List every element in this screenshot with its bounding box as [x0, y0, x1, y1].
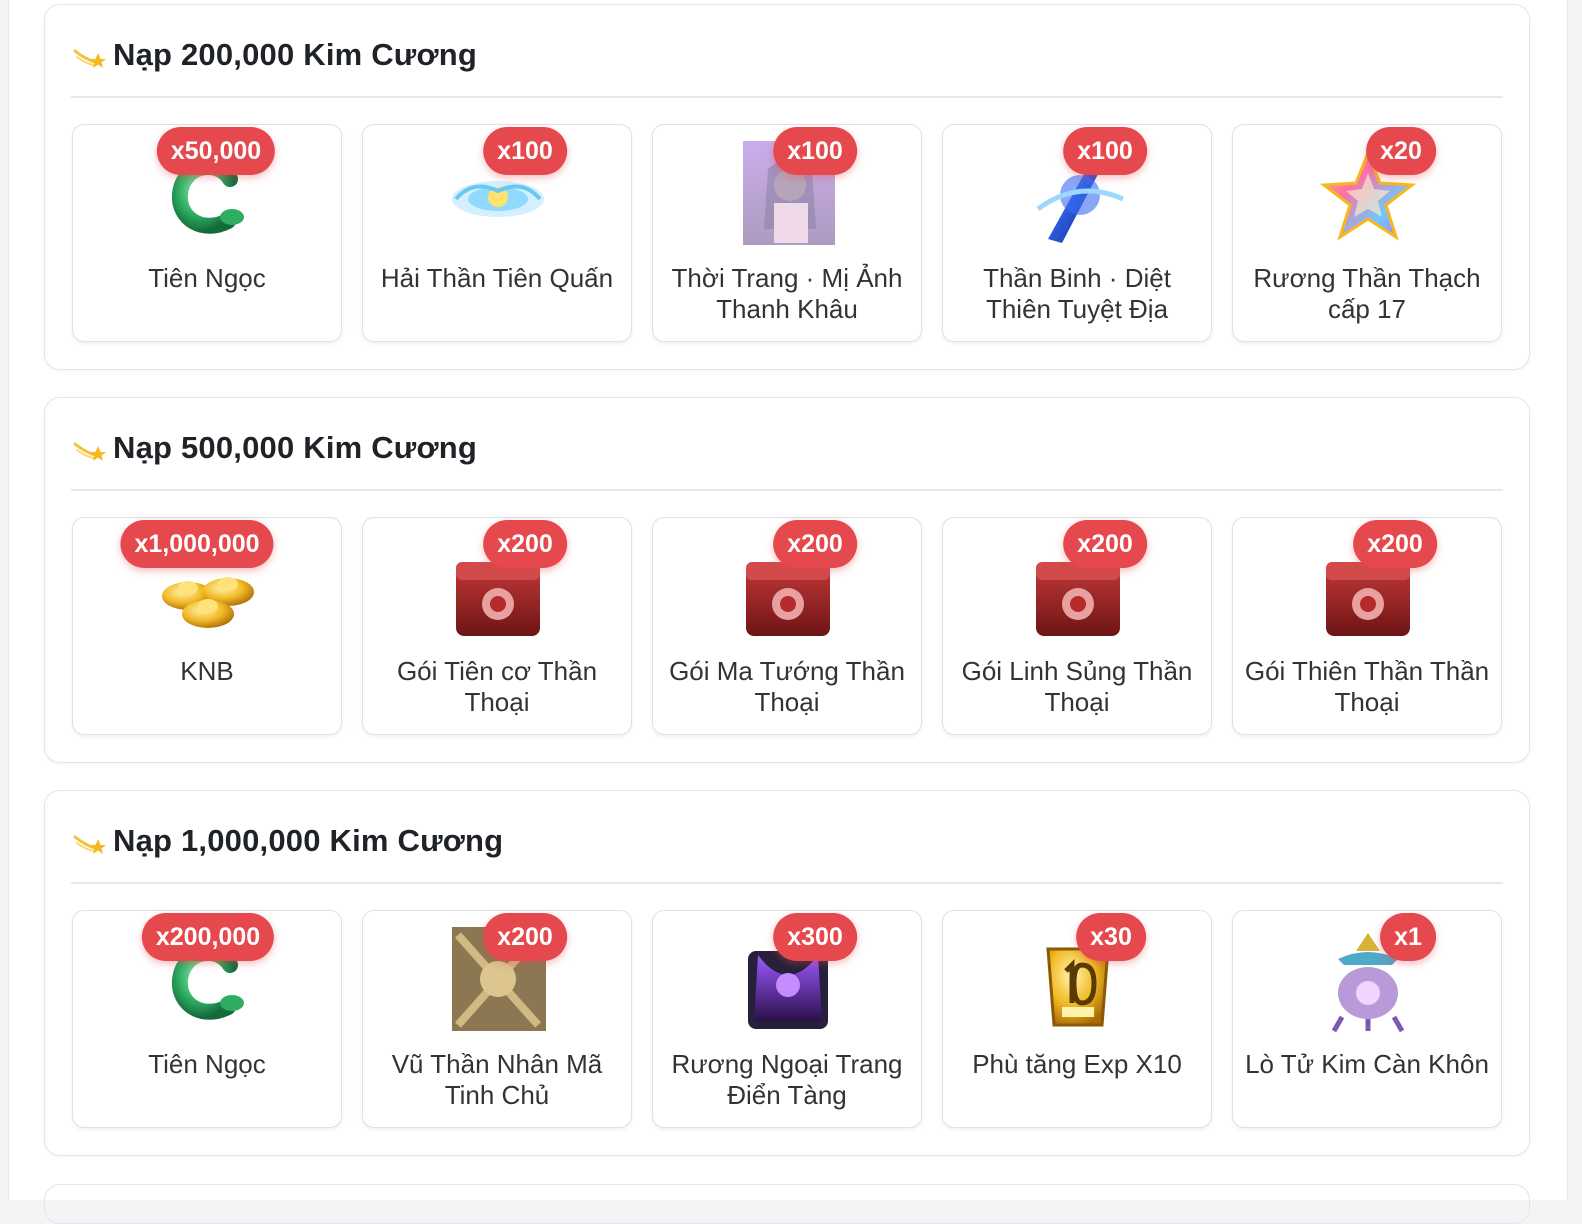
reward-card[interactable]: x50,000 Tiên Ngọc [72, 124, 342, 342]
section-title: Nạp 200,000 Kim Cương [113, 37, 477, 72]
section-header: Nạp 500,000 Kim Cương [71, 426, 477, 470]
quantity-badge: x1,000,000 [120, 520, 274, 568]
quantity-badge: x20 [1366, 127, 1436, 175]
item-name: Rương Thần Thạch cấp 17 [1253, 263, 1481, 324]
quantity-badge: x1 [1380, 913, 1436, 961]
reward-card[interactable]: x1 Lò Tử Kim Càn Khôn [1232, 910, 1502, 1128]
reward-grid: x200,000 Tiên Ngọc x200 Vũ Thần Nhân Mã … [72, 910, 1504, 1130]
reward-card[interactable]: x100 Hải Thần Tiên Quấn [362, 124, 632, 342]
quantity-badge: x200 [483, 520, 567, 568]
reward-card[interactable]: x30 Phù tăng Exp X10 [942, 910, 1212, 1128]
reward-grid: x50,000 Tiên Ngọc x100 Hải Thần Tiên Quấ… [72, 124, 1504, 344]
item-name: Phù tăng Exp X10 [972, 1049, 1182, 1079]
section-title: Nạp 500,000 Kim Cương [113, 430, 477, 465]
quantity-badge: x300 [773, 913, 857, 961]
reward-card[interactable]: x200 Gói Thiên Thần Thần Thoại [1232, 517, 1502, 735]
section-divider [71, 489, 1503, 491]
reward-card[interactable]: x100 Thần Binh · Diệt Thiên Tuyệt Địa [942, 124, 1212, 342]
reward-card[interactable]: x200 Vũ Thần Nhân Mã Tinh Chủ [362, 910, 632, 1128]
reward-section-500k: Nạp 500,000 Kim Cương x1,000,000 KNB x20… [44, 397, 1530, 763]
reward-card[interactable]: x100 Thời Trang · Mị Ảnh Thanh Khâu [652, 124, 922, 342]
reward-section-200k: Nạp 200,000 Kim Cương x50,000 Tiên Ngọc … [44, 4, 1530, 370]
item-name: Hải Thần Tiên Quấn [380, 263, 614, 293]
reward-section-1m: Nạp 1,000,000 Kim Cương x200,000 Tiên Ng… [44, 790, 1530, 1156]
comet-star-icon [73, 442, 106, 461]
reward-card[interactable]: x200,000 Tiên Ngọc [72, 910, 342, 1128]
quantity-badge: x200 [1353, 520, 1437, 568]
item-name: Tiên Ngọc [148, 1049, 266, 1079]
item-name: Thần Binh · Diệt Thiên Tuyệt Địa [983, 263, 1171, 324]
item-name: KNB [180, 656, 234, 686]
item-name: Thời Trang · Mị Ảnh Thanh Khâu [671, 263, 903, 324]
item-name: Vũ Thần Nhân Mã Tinh Chủ [391, 1049, 603, 1110]
item-name: Gói Linh Sủng Thần Thoại [961, 656, 1193, 717]
reward-card[interactable]: x300 Rương Ngoại Trang Điển Tàng [652, 910, 922, 1128]
reward-card[interactable]: x20 Rương Thần Thạch cấp 17 [1232, 124, 1502, 342]
item-name: Rương Ngoại Trang Điển Tàng [671, 1049, 903, 1110]
item-name: Gói Thiên Thần Thần Thoại [1244, 656, 1490, 717]
section-header: Nạp 1,000,000 Kim Cương [71, 819, 503, 863]
section-divider [71, 882, 1503, 884]
section-divider [71, 96, 1503, 98]
item-name: Tiên Ngọc [148, 263, 266, 293]
quantity-badge: x100 [483, 127, 567, 175]
quantity-badge: x200,000 [141, 913, 275, 961]
item-name: Lò Tử Kim Càn Khôn [1245, 1049, 1489, 1079]
next-section-partial [44, 1184, 1530, 1224]
item-name: Gói Ma Tướng Thần Thoại [669, 656, 905, 717]
item-name: Gói Tiên cơ Thần Thoại [396, 656, 598, 717]
quantity-badge: x30 [1076, 913, 1146, 961]
reward-grid: x1,000,000 KNB x200 Gói Tiên cơ Thần Tho… [72, 517, 1504, 737]
quantity-badge: x200 [483, 913, 567, 961]
quantity-badge: x100 [1063, 127, 1147, 175]
reward-card[interactable]: x200 Gói Ma Tướng Thần Thoại [652, 517, 922, 735]
section-title: Nạp 1,000,000 Kim Cương [113, 823, 504, 858]
comet-star-icon [73, 835, 106, 854]
quantity-badge: x200 [773, 520, 857, 568]
quantity-badge: x50,000 [156, 127, 276, 175]
comet-star-icon [73, 49, 106, 68]
quantity-badge: x200 [1063, 520, 1147, 568]
reward-card[interactable]: x200 Gói Tiên cơ Thần Thoại [362, 517, 632, 735]
quantity-badge: x100 [773, 127, 857, 175]
reward-card[interactable]: x200 Gói Linh Sủng Thần Thoại [942, 517, 1212, 735]
reward-card[interactable]: x1,000,000 KNB [72, 517, 342, 735]
section-header: Nạp 200,000 Kim Cương [71, 33, 477, 77]
